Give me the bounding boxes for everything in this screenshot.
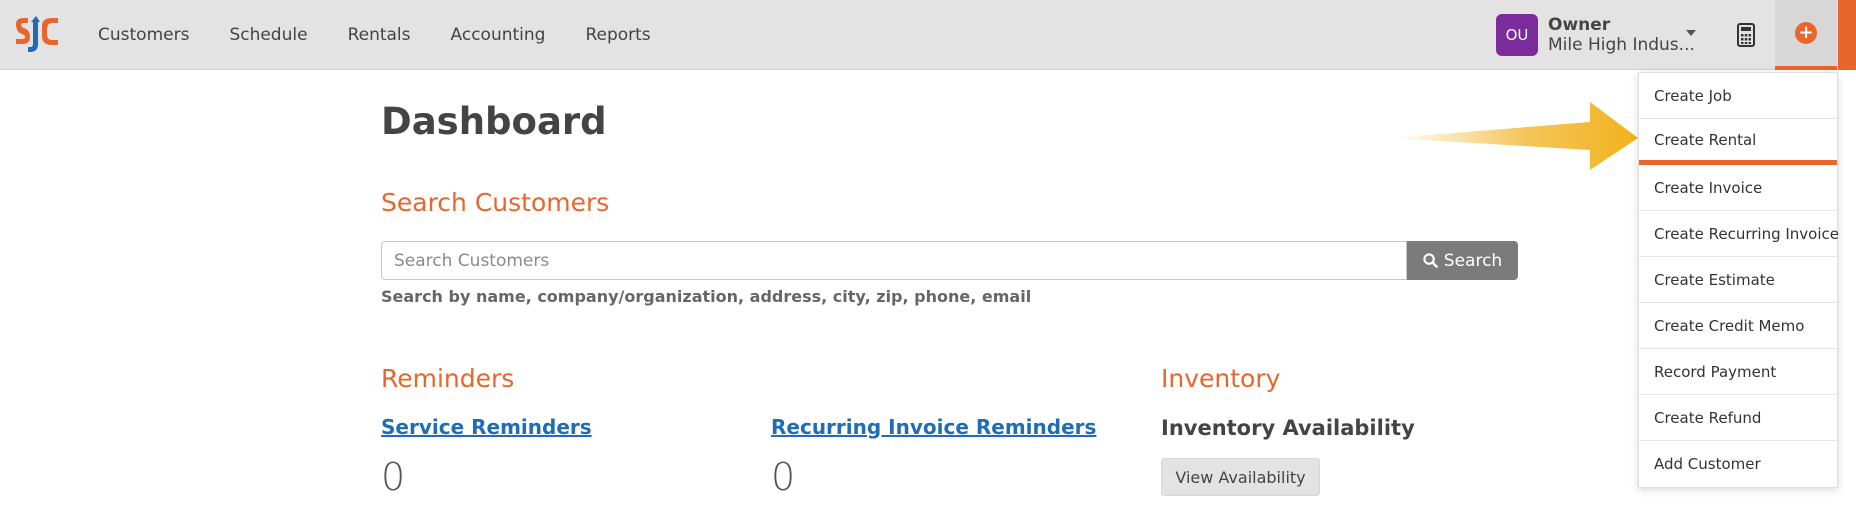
service-reminders-count: 0 bbox=[381, 455, 406, 499]
search-icon bbox=[1423, 253, 1438, 268]
menu-create-estimate[interactable]: Create Estimate bbox=[1639, 257, 1837, 303]
search-hint: Search by name, company/organization, ad… bbox=[381, 287, 1032, 306]
user-organization: Mile High Indus... bbox=[1548, 35, 1695, 55]
nav-reports[interactable]: Reports bbox=[565, 25, 670, 45]
menu-record-payment[interactable]: Record Payment bbox=[1639, 349, 1837, 395]
avatar: OU bbox=[1496, 14, 1538, 56]
reminders-heading: Reminders bbox=[381, 364, 515, 393]
customer-search: Search bbox=[381, 241, 1518, 280]
annotation-arrow bbox=[1390, 102, 1638, 170]
view-availability-button[interactable]: View Availability bbox=[1161, 458, 1320, 496]
main-nav: Customers Schedule Rentals Accounting Re… bbox=[78, 0, 671, 70]
menu-create-refund[interactable]: Create Refund bbox=[1639, 395, 1837, 441]
plus-circle-icon: + bbox=[1795, 22, 1817, 44]
inventory-heading: Inventory bbox=[1161, 364, 1281, 393]
menu-create-recurring-invoice[interactable]: Create Recurring Invoice bbox=[1639, 211, 1839, 257]
page-title: Dashboard bbox=[381, 100, 607, 143]
nav-rentals[interactable]: Rentals bbox=[328, 25, 431, 45]
search-input[interactable] bbox=[381, 241, 1407, 280]
inventory-availability-heading: Inventory Availability bbox=[1161, 416, 1415, 440]
nav-schedule[interactable]: Schedule bbox=[209, 25, 327, 45]
service-reminders-link[interactable]: Service Reminders bbox=[381, 415, 592, 439]
top-navbar: Customers Schedule Rentals Accounting Re… bbox=[0, 0, 1856, 70]
menu-create-invoice[interactable]: Create Invoice bbox=[1639, 165, 1837, 211]
user-role: Owner bbox=[1548, 15, 1611, 35]
search-customers-heading: Search Customers bbox=[381, 188, 610, 217]
app-logo[interactable] bbox=[14, 14, 62, 58]
search-button[interactable]: Search bbox=[1407, 241, 1518, 280]
calculator-icon bbox=[1737, 23, 1755, 47]
menu-create-credit-memo[interactable]: Create Credit Memo bbox=[1639, 303, 1837, 349]
nav-accounting[interactable]: Accounting bbox=[431, 25, 566, 45]
recurring-invoice-reminders-link[interactable]: Recurring Invoice Reminders bbox=[771, 415, 1096, 439]
caret-down-icon bbox=[1686, 30, 1696, 36]
search-button-label: Search bbox=[1443, 250, 1503, 271]
recurring-invoice-reminders-count: 0 bbox=[771, 455, 796, 499]
menu-create-job[interactable]: Create Job bbox=[1639, 73, 1837, 119]
menu-add-customer[interactable]: Add Customer bbox=[1639, 441, 1837, 487]
nav-customers[interactable]: Customers bbox=[78, 25, 209, 45]
create-new-button[interactable]: + bbox=[1775, 0, 1837, 70]
calculator-button[interactable] bbox=[1717, 0, 1775, 70]
accent-edge bbox=[1838, 0, 1856, 70]
create-dropdown-menu: Create Job Create Rental Create Invoice … bbox=[1638, 72, 1839, 488]
menu-create-rental[interactable]: Create Rental bbox=[1639, 119, 1837, 165]
user-menu[interactable]: OU Owner Mile High Indus... bbox=[1496, 14, 1696, 56]
